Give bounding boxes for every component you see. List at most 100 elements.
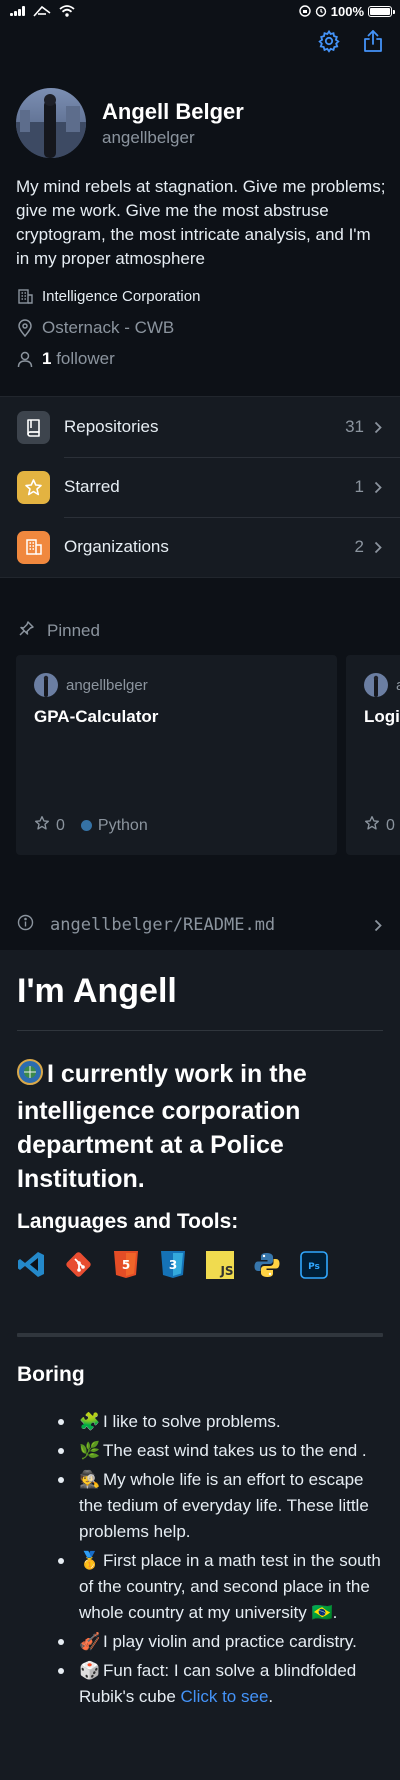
- profile-bio: My mind rebels at stagnation. Give me pr…: [16, 177, 386, 268]
- list-item-text: I like to solve problems.: [103, 1412, 281, 1431]
- profile-toolbar: [316, 28, 386, 54]
- avatar[interactable]: [16, 88, 86, 158]
- owner-login: angellbelger: [396, 677, 400, 694]
- company-label: Intelligence Corporation: [42, 287, 201, 305]
- intro-text: I currently work in the intelligence cor…: [17, 1060, 307, 1193]
- star-count: 0: [386, 816, 395, 834]
- violin-icon: 🎻: [79, 1632, 101, 1651]
- organization-icon: [17, 530, 50, 564]
- python-icon[interactable]: [252, 1250, 281, 1279]
- list-item-suffix: .: [268, 1687, 274, 1706]
- readme-path: angellbelger/README.md: [50, 915, 276, 935]
- vscode-icon[interactable]: [17, 1250, 46, 1279]
- followers-label: follower: [51, 349, 115, 368]
- css3-icon[interactable]: 3: [158, 1250, 187, 1279]
- pinned-carousel[interactable]: angellbelger GPA-Calculator 0 Python ang…: [16, 655, 400, 855]
- readme-heading: I'm Angell: [17, 972, 177, 1010]
- readme-content: I'm Angell I currently work in the intel…: [0, 950, 400, 1780]
- location-icon: [16, 319, 34, 337]
- pinned-repo-title: Logic: [364, 707, 400, 726]
- pinned-card[interactable]: angellbelger GPA-Calculator 0 Python: [16, 655, 337, 855]
- status-bar: 100%: [0, 0, 400, 22]
- star-outline-icon: [364, 815, 380, 836]
- star-outline-icon: [34, 815, 50, 836]
- pinned-card[interactable]: angellbelger Logic 0: [346, 655, 400, 855]
- brazil-flag-icon: 🇧🇷: [311, 1603, 333, 1622]
- share-button[interactable]: [360, 28, 386, 54]
- svg-text:5: 5: [121, 1258, 129, 1272]
- fact-list: 🧩 I like to solve problems. 🌿 The east win…: [58, 1409, 388, 1713]
- puzzle-piece-icon: 🧩: [79, 1412, 101, 1431]
- repo-icon: [17, 410, 50, 444]
- chevron-right-icon: [374, 480, 384, 494]
- pinned-owner: angellbelger: [364, 673, 400, 697]
- list-item-text: I play violin and practice cardistry.: [103, 1632, 357, 1651]
- readme-link[interactable]: angellbelger/README.md: [0, 900, 400, 950]
- menu-count: 2: [354, 537, 364, 556]
- menu-label: Repositories: [64, 417, 159, 436]
- profile-login: angellbelger: [102, 128, 195, 147]
- tools-row: 5 3 JS Ps: [17, 1250, 328, 1279]
- list-item: 🎻 I play violin and practice cardistry.: [58, 1629, 388, 1655]
- profile-name: Angell Belger: [102, 99, 244, 124]
- building-icon: [16, 287, 34, 305]
- click-to-see-link[interactable]: Click to see: [181, 1687, 269, 1706]
- person-icon: [16, 350, 34, 368]
- menu-item-repositories[interactable]: Repositories 31: [0, 397, 400, 457]
- list-item-text: The east wind takes us to the end .: [103, 1441, 367, 1460]
- profile-location: Osternack - CWB: [16, 318, 174, 338]
- gear-icon: [318, 29, 340, 53]
- profile-menu: Repositories 31 Starred 1 Organizations …: [0, 396, 400, 578]
- pinned-stats: 0: [364, 815, 395, 836]
- menu-label: Organizations: [64, 537, 169, 556]
- info-icon: [17, 914, 34, 936]
- html5-icon[interactable]: 5: [111, 1250, 140, 1279]
- svg-text:JS: JS: [219, 1264, 233, 1278]
- pin-icon: [18, 620, 35, 642]
- globe-badge-icon: [17, 1059, 43, 1094]
- alarm-icon: [315, 6, 326, 17]
- list-item: 🕵 My whole life is an effort to escape th…: [58, 1467, 388, 1545]
- menu-count: 31: [345, 417, 364, 436]
- pinned-label: Pinned: [47, 621, 100, 640]
- photoshop-icon[interactable]: Ps: [299, 1250, 328, 1279]
- section-divider: [17, 1333, 383, 1337]
- wifi-icon: [59, 5, 75, 17]
- location-label: Osternack - CWB: [42, 318, 175, 337]
- owner-avatar: [364, 673, 388, 697]
- chevron-right-icon: [374, 918, 384, 932]
- list-item: 🧩 I like to solve problems.: [58, 1409, 388, 1435]
- herb-icon: 🌿: [79, 1441, 101, 1460]
- tools-heading: Languages and Tools:: [17, 1210, 239, 1233]
- cellular-signal-icon: [10, 6, 25, 16]
- menu-item-organizations[interactable]: Organizations 2: [0, 517, 400, 577]
- git-icon[interactable]: [64, 1250, 93, 1279]
- menu-item-starred[interactable]: Starred 1: [0, 457, 400, 517]
- profile-company: Intelligence Corporation: [16, 287, 200, 305]
- detective-icon: 🕵: [79, 1470, 101, 1489]
- pinned-header: Pinned: [18, 620, 100, 642]
- pinned-stats: 0 Python: [34, 815, 148, 836]
- share-icon: [364, 30, 382, 52]
- javascript-icon[interactable]: JS: [205, 1250, 234, 1279]
- menu-label: Starred: [64, 477, 120, 496]
- chevron-right-icon: [374, 420, 384, 434]
- battery-icon: [368, 5, 395, 17]
- list-item: 🎲 Fun fact: I can solve a blindfolded Rub…: [58, 1658, 388, 1710]
- chevron-right-icon: [374, 540, 384, 554]
- battery-percent: 100%: [330, 3, 364, 19]
- svg-text:Ps: Ps: [308, 1262, 320, 1272]
- section-heading: Boring: [17, 1363, 85, 1386]
- pinned-repo-title: GPA-Calculator: [34, 707, 159, 726]
- satellite-icon: [33, 5, 51, 17]
- gold-medal-icon: 🥇: [79, 1551, 101, 1570]
- readme-intro: I currently work in the intelligence cor…: [17, 1057, 387, 1196]
- settings-button[interactable]: [316, 28, 342, 54]
- star-count: 0: [56, 816, 65, 834]
- list-item: 🌿 The east wind takes us to the end .: [58, 1438, 388, 1464]
- menu-count: 1: [354, 477, 364, 496]
- owner-login: angellbelger: [66, 676, 148, 694]
- followers-link[interactable]: 1 follower: [16, 349, 115, 369]
- star-icon: [17, 470, 50, 504]
- list-item-text: My whole life is an effort to escape the…: [79, 1470, 369, 1541]
